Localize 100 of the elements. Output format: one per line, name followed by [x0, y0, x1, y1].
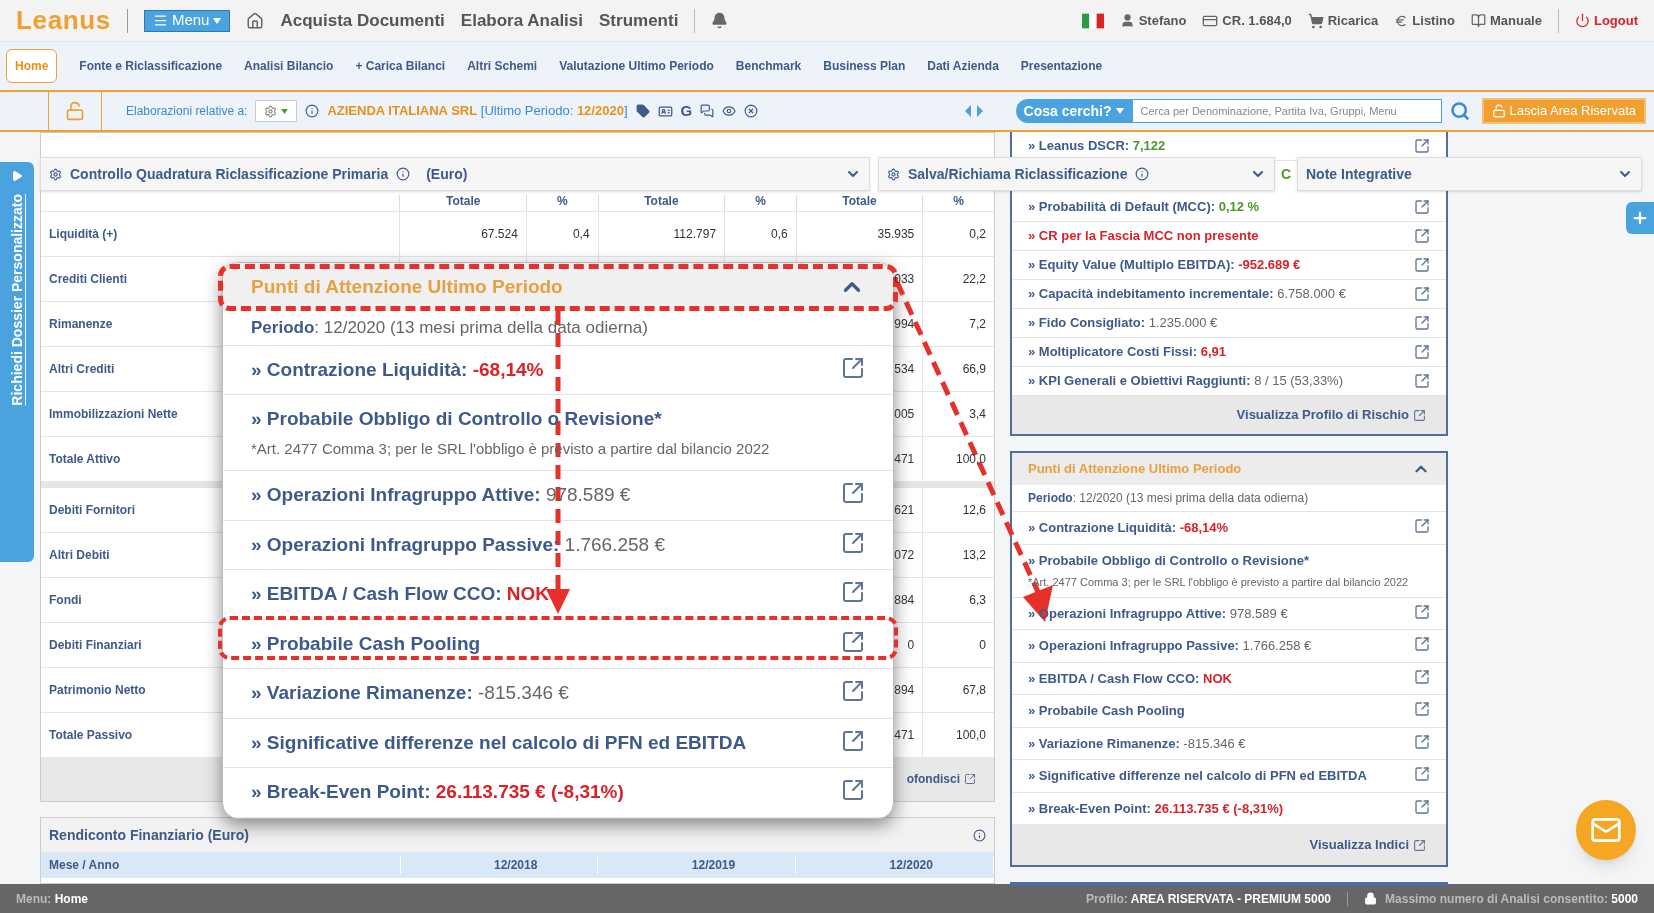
- table-cell-text: 67,8: [962, 682, 986, 699]
- recharge-link[interactable]: Ricarica: [1327, 10, 1379, 31]
- user-name[interactable]: Stefano: [1138, 10, 1187, 31]
- manual-link[interactable]: Manuale: [1489, 10, 1542, 31]
- search-field[interactable]: Cerca per Denominazione, Partita Iva, Gruppi, Menu: [1131, 99, 1442, 123]
- external-link-icon[interactable]: [1413, 838, 1426, 852]
- nav-link[interactable]: Strumenti: [599, 7, 679, 34]
- book-icon[interactable]: [1470, 13, 1486, 28]
- collapsible-bar[interactable]: Note Integrative: [1297, 157, 1642, 191]
- close-icon[interactable]: [744, 104, 759, 118]
- table-cell-text: 66,9: [962, 361, 986, 378]
- card-title: Rendiconto Finanziario (Euro): [49, 825, 249, 845]
- indices-link[interactable]: Visualizza Indici: [1309, 835, 1409, 855]
- indicator-text: » CR per la Fascia MCC non presente: [1028, 228, 1259, 244]
- external-link-icon[interactable]: [1414, 766, 1430, 782]
- nav-tab[interactable]: Business Plan: [823, 49, 906, 83]
- search-icon[interactable]: [1449, 101, 1470, 121]
- id-card-icon[interactable]: [657, 103, 673, 119]
- info-icon: [396, 167, 411, 181]
- external-link-icon[interactable]: [1414, 701, 1430, 717]
- nav-tab[interactable]: Dati Azienda: [927, 49, 999, 83]
- info-icon[interactable]: [973, 828, 986, 842]
- external-link-icon[interactable]: [1414, 286, 1430, 302]
- euro-icon[interactable]: [1394, 13, 1409, 28]
- eye-icon[interactable]: [722, 104, 737, 118]
- tag-icon[interactable]: [635, 104, 650, 118]
- external-link-icon[interactable]: [1414, 257, 1430, 273]
- caret-icon: [213, 17, 222, 24]
- indicator-text: » Contrazione Liquidità: -68,14%: [251, 358, 544, 380]
- external-link-icon[interactable]: [1413, 408, 1426, 422]
- chat-icon[interactable]: [700, 104, 715, 118]
- nav-tab[interactable]: + Carica Bilanci: [355, 49, 446, 83]
- row-label: Rimanenze: [49, 317, 113, 331]
- column-header: Totale: [644, 195, 679, 208]
- card-title: Punti di Attenzione Ultimo Periodo: [1028, 460, 1242, 479]
- external-link-icon[interactable]: [841, 728, 865, 753]
- indicator-text: » Capacità indebitamento incrementale: 6.758.000 €: [1028, 286, 1346, 302]
- company-text: AZIENDA ITALIANA SRL [Ultimo Periodo: 12/2020]: [327, 102, 628, 121]
- row-label: Debiti Finanziari: [49, 638, 142, 652]
- indicator-text: » Break-Even Point: 26.113.735 € (-8,31%): [1028, 800, 1284, 816]
- indicator-text: » Probabile Cash Pooling: [1028, 703, 1185, 718]
- table-cell-text: 072: [894, 547, 915, 564]
- nav-tab[interactable]: Analisi Bilancio: [244, 49, 334, 83]
- external-link-icon[interactable]: [1414, 373, 1430, 389]
- table-cell-text: 621: [894, 502, 915, 519]
- external-link-icon[interactable]: [1414, 199, 1430, 215]
- indicator-text: » Significative differenze nel calcolo di PFN ed EBITDA: [251, 731, 747, 753]
- external-link-icon[interactable]: [1414, 603, 1430, 620]
- indicator-text: » Variazione Rimanenze: -815.346 €: [251, 682, 569, 703]
- external-link-icon[interactable]: [841, 530, 865, 555]
- cart-icon[interactable]: [1307, 12, 1324, 29]
- home-icon[interactable]: [246, 11, 265, 30]
- external-link-icon[interactable]: [1414, 668, 1430, 685]
- nav-link[interactable]: Elabora Analisi: [460, 7, 583, 34]
- indicator-text: » Operazioni Infragruppo Passive: 1.766.258 €: [251, 533, 665, 555]
- nav-link[interactable]: Acquista Documenti: [280, 7, 445, 34]
- nav-tab[interactable]: Benchmark: [735, 49, 802, 83]
- indicator-text: » KPI Generali e Obiettivi Raggiunti: 8 / 15 (53,33%): [1028, 373, 1343, 389]
- external-link-icon[interactable]: [841, 580, 865, 604]
- status-text: Profilo: AREA RISERVATA - PREMIUM 5000: [1085, 890, 1332, 908]
- settings-dropdown[interactable]: [255, 100, 298, 122]
- table-cell-text: 0: [979, 637, 986, 654]
- nav-tab[interactable]: Presentazione: [1020, 49, 1103, 83]
- nav-tab[interactable]: Altri Schemi: [467, 49, 538, 83]
- external-link-icon[interactable]: [1414, 344, 1430, 360]
- external-link-icon[interactable]: [1414, 798, 1430, 815]
- logout-link[interactable]: Logout: [1593, 10, 1638, 31]
- external-link-icon[interactable]: [1414, 138, 1430, 154]
- external-link-icon[interactable]: [964, 773, 976, 785]
- external-link-icon[interactable]: [1414, 733, 1430, 750]
- external-link-icon[interactable]: [1414, 228, 1430, 244]
- indicator-text: » Variazione Rimanenze: -815.346 €: [1028, 735, 1246, 751]
- play-icon: [11, 170, 23, 182]
- collapsible-bar[interactable]: Salva/Richiama Riclassificazione: [878, 157, 1275, 191]
- external-link-icon[interactable]: [841, 629, 865, 654]
- prev-next-arrows-icon[interactable]: [963, 105, 984, 117]
- nav-tab[interactable]: Fonte e Riclassificazione: [79, 49, 223, 83]
- italian-flag-icon[interactable]: [1081, 12, 1104, 29]
- info-icon[interactable]: [305, 104, 320, 118]
- indicator-text: » Probabile Obbligo di Controllo o Revisione*: [251, 408, 662, 429]
- table-cell-text: 0,6: [771, 226, 788, 243]
- price-list-link[interactable]: Listino: [1412, 10, 1455, 31]
- bell-icon[interactable]: [711, 12, 729, 29]
- google-icon[interactable]: G: [680, 99, 693, 123]
- user-icon[interactable]: [1119, 13, 1135, 28]
- details-link[interactable]: ofondisci: [906, 770, 960, 788]
- nav-tab[interactable]: Valutazione Ultimo Periodo: [559, 49, 714, 83]
- row-label: Altri Debiti: [49, 548, 110, 562]
- collapsible-bar[interactable]: Controllo Quadratura Riclassificazione Primaria (Euro): [40, 157, 870, 191]
- add-button[interactable]: [1626, 202, 1654, 234]
- external-link-icon[interactable]: [1414, 315, 1430, 331]
- external-link-icon[interactable]: [841, 679, 865, 703]
- external-link-icon[interactable]: [841, 355, 865, 380]
- external-link-icon[interactable]: [841, 778, 865, 802]
- external-link-icon[interactable]: [1414, 518, 1430, 534]
- external-link-icon[interactable]: [1414, 636, 1430, 652]
- external-link-icon[interactable]: [841, 481, 865, 505]
- power-icon[interactable]: [1574, 13, 1590, 28]
- table-cell-text: 35.935: [877, 226, 915, 243]
- caret-icon: [281, 108, 289, 114]
